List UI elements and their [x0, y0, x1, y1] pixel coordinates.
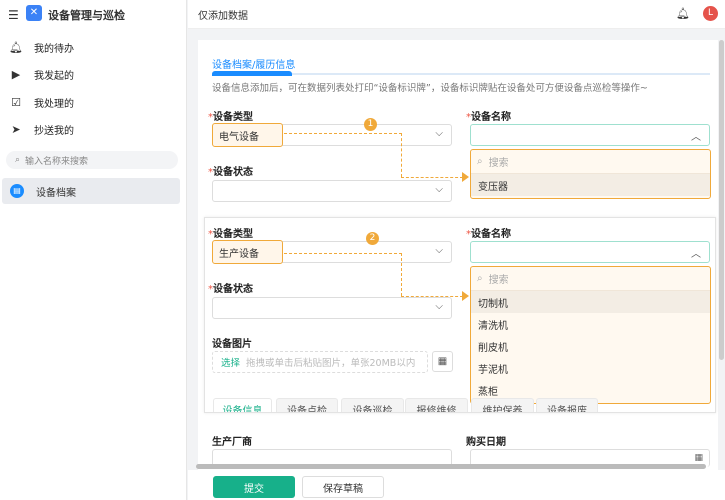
dropdown-option[interactable]: 变压器 [471, 174, 710, 196]
sidebar-item-label: 抄送我的 [34, 126, 74, 137]
save-draft-button[interactable]: 保存草稿 [302, 476, 384, 498]
sidebar-item-todo[interactable]: 🔔︎ 我的待办 [9, 40, 74, 55]
step-badge: 2 [366, 232, 379, 245]
type-label: 设备类型 [208, 108, 253, 123]
status-select[interactable]: ⌵ [212, 297, 452, 319]
dropdown-search-input[interactable]: ⌕ 搜索 [471, 267, 710, 291]
date-label: 购买日期 [466, 437, 506, 448]
tab-repair[interactable]: 报修维修 [405, 398, 468, 412]
inbox-check-icon: ☑ [11, 96, 21, 109]
horizontal-scrollbar[interactable] [196, 464, 706, 469]
connector-line [284, 253, 402, 254]
play-icon: ▶ [11, 68, 21, 81]
connector-line [401, 177, 463, 178]
section-indicator [212, 71, 292, 76]
name-dropdown: ⌕ 搜索 变压器 [470, 149, 711, 199]
chevron-up-icon: ︿ [691, 132, 701, 143]
tab-check[interactable]: 设备点检 [276, 398, 338, 412]
sidebar-item-label: 我处理的 [34, 99, 74, 110]
chevron-down-icon: ⌵ [435, 301, 443, 312]
sidebar-item-cc[interactable]: ➤ 抄送我的 [10, 122, 74, 137]
qr-code-icon[interactable]: ▦ [432, 351, 453, 372]
sidebar-item-label: 我发起的 [34, 71, 74, 82]
header: 仅添加数据 🔔︎ L [188, 0, 725, 29]
arrow-icon [462, 291, 469, 301]
connector-line [401, 133, 402, 177]
chevron-down-icon: ⌵ [435, 184, 443, 195]
submit-button[interactable]: 提交 [213, 476, 295, 498]
bell-icon: 🔔︎ [9, 41, 23, 54]
name-dropdown: ⌕ 搜索 切制机 清洗机 削皮机 芋泥机 蒸柜 [470, 266, 711, 404]
app-logo-icon: ✕ [26, 5, 42, 21]
sidebar: ☰ ✕ 设备管理与巡检 🔔︎ 我的待办 ▶ 我发起的 ☑ 我处理的 ➤ 抄送我的 ⌕ 输入… [0, 0, 187, 500]
type-label: 设备类型 [208, 225, 253, 240]
sidebar-item-initiated[interactable]: ▶ 我发起的 [10, 67, 74, 82]
notification-bell-icon[interactable]: 🔔︎ [676, 7, 690, 20]
document-icon: ▤ [10, 184, 24, 198]
menu-toggle-icon[interactable]: ☰ [8, 8, 19, 22]
page-title: 仅添加数据 [198, 10, 248, 22]
search-placeholder: 搜索 [488, 158, 509, 169]
status-label: 设备状态 [208, 280, 253, 295]
image-upload-area[interactable]: 选择 拖拽或单击后粘贴图片，单张20MB以内 [212, 351, 428, 373]
chevron-down-icon: ⌵ [435, 128, 443, 139]
form-hint: 设备信息添加后，可在数据列表处打印“设备标识牌”，设备标识牌贴在设备处可方便设备… [212, 83, 648, 94]
app-title: 设备管理与巡检 [48, 9, 125, 22]
chevron-down-icon: ⌵ [435, 245, 443, 256]
search-icon: ⌕ [477, 273, 483, 284]
search-icon: ⌕ [477, 156, 483, 167]
status-label: 设备状态 [208, 163, 253, 178]
name-label: 设备名称 [466, 225, 511, 240]
connector-line [284, 133, 402, 134]
tab-info[interactable]: 设备信息 [213, 398, 272, 412]
search-placeholder: 搜索 [488, 275, 509, 286]
upload-select-link[interactable]: 选择 [221, 355, 240, 369]
sidebar-search-input[interactable]: ⌕ 输入名称来搜索 [6, 151, 178, 169]
arrow-icon [462, 172, 469, 182]
vertical-scrollbar[interactable] [719, 40, 724, 360]
name-label: 设备名称 [466, 108, 511, 123]
chevron-up-icon: ︿ [691, 249, 701, 260]
sidebar-item-equipment-files[interactable]: ▤ 设备档案 [2, 178, 180, 204]
sidebar-item-handled[interactable]: ☑ 我处理的 [10, 95, 74, 110]
search-placeholder: 输入名称来搜索 [25, 156, 89, 167]
status-select[interactable]: ⌵ [212, 180, 452, 202]
avatar[interactable]: L [703, 6, 718, 21]
step-badge: 1 [364, 118, 377, 131]
maker-label: 生产厂商 [212, 437, 252, 448]
upload-hint: 拖拽或单击后粘贴图片，单张20MB以内 [246, 358, 416, 369]
dropdown-option[interactable]: 切制机 [471, 291, 710, 313]
section-title: 设备档案/履历信息 [212, 60, 296, 71]
dropdown-option[interactable]: 削皮机 [471, 335, 710, 357]
dropdown-option[interactable]: 清洗机 [471, 313, 710, 335]
name-select[interactable]: ︿ [470, 241, 710, 263]
send-icon: ➤ [11, 123, 21, 136]
dropdown-search-input[interactable]: ⌕ 搜索 [471, 150, 710, 174]
image-label: 设备图片 [212, 339, 252, 350]
tab-scrap[interactable]: 设备报废 [536, 398, 598, 412]
connector-line [401, 253, 402, 296]
dropdown-option[interactable]: 芋泥机 [471, 357, 710, 379]
sidebar-item-label: 设备档案 [36, 187, 76, 199]
calendar-icon: ▦ [694, 453, 703, 463]
tab-maintenance[interactable]: 维护保养 [471, 398, 534, 412]
search-icon: ⌕ [15, 155, 21, 165]
type-value-highlight: 电气设备 [212, 123, 283, 147]
tab-patrol[interactable]: 设备巡检 [341, 398, 404, 412]
type-value-highlight: 生产设备 [212, 240, 283, 264]
name-select[interactable]: ︿ [470, 124, 710, 146]
sidebar-item-label: 我的待办 [34, 44, 74, 55]
